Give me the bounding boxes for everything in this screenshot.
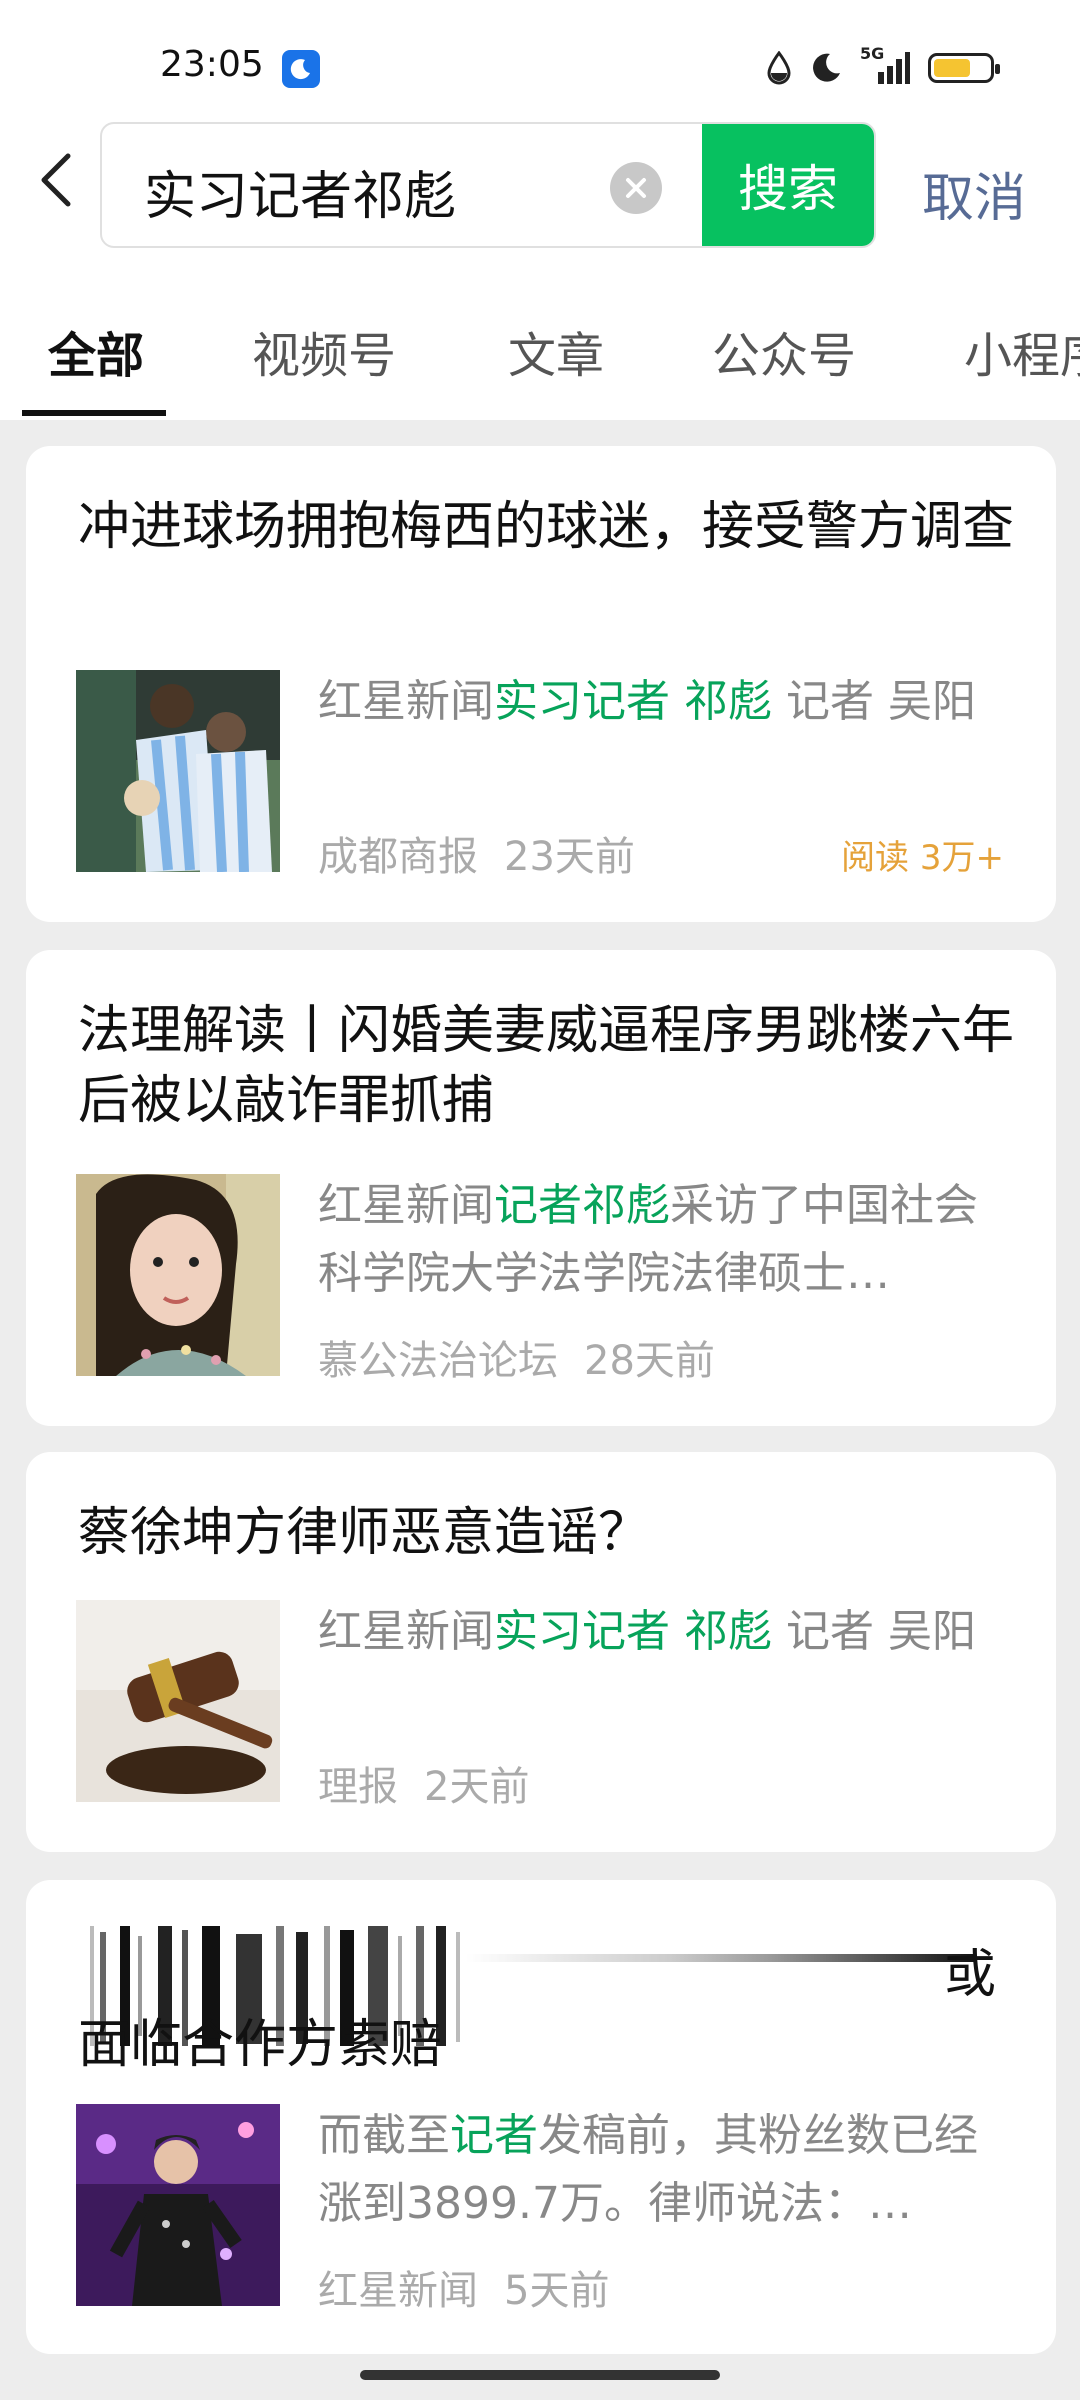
snippet-text: 而截至 [318,2110,450,2161]
result-meta: 红星新闻 5天前 [318,2258,609,2316]
moon-icon [813,53,840,82]
status-bar: 23:05 5G [0,0,1080,120]
chevron-left-icon [41,153,71,207]
tab-articles[interactable]: 文章 [508,316,604,386]
water-drop-icon [767,51,791,85]
result-source[interactable]: 红星新闻 [318,2268,478,2314]
moon-badge-icon [282,50,320,88]
back-button[interactable] [36,150,86,230]
result-snippet: 红星新闻记者祁彪采访了中国社会科学院大学法学院法律硕士… [318,1172,1018,1308]
snippet-highlight: 实习记者 祁彪 [494,1606,772,1657]
obscured-title-line [466,1954,976,1962]
clear-button[interactable] [610,162,662,214]
tab-accounts[interactable]: 公众号 [712,316,856,386]
tab-channels[interactable]: 视频号 [252,316,396,386]
result-snippet: 红星新闻实习记者 祁彪 记者 吴阳 [318,1598,1018,1666]
search-input[interactable]: 实习记者祁彪 [144,154,456,229]
snippet-text: 红星新闻 [318,676,494,727]
read-count: 阅读 3万+ [841,838,1004,878]
snippet-text: 记者 吴阳 [772,676,976,727]
cancel-button[interactable]: 取消 [922,156,1026,231]
result-snippet: 而截至记者发稿前，其粉丝数已经涨到3899.7万。律师说法：… [318,2102,1018,2238]
result-card[interactable]: 或 面临合作方索赔 而截至记者发稿前，其粉丝数已经涨到3899.7万。律师说法：… [26,1880,1056,2354]
result-card[interactable]: 法理解读丨闪婚美妻威逼程序男跳楼六年后被以敲诈罪抓捕 红星新闻记者祁彪采访了中国… [26,950,1056,1426]
result-card[interactable]: 冲进球场拥抱梅西的球迷，接受警方调查 红星新闻实习记者 祁彪 记者 吴阳 成都商… [26,446,1056,922]
search-box: 实习记者祁彪 搜索 [100,122,876,248]
search-button[interactable]: 搜索 [702,124,874,246]
result-title[interactable]: 蔡徐坤方律师恶意造谣？ [78,1498,1038,1568]
result-source[interactable]: 成都商报 [318,834,478,880]
tab-mini-programs[interactable]: 小程序 [964,316,1080,386]
status-time: 23:05 [160,44,264,85]
result-time: 28天前 [584,1338,715,1384]
tab-bar: 全部 视频号 文章 公众号 小程序 [0,300,1080,420]
result-meta: 成都商报 23天前 [318,824,635,882]
result-source[interactable]: 理报 [318,1764,398,1810]
snippet-text: 红星新闻 [318,1180,494,1231]
result-title[interactable]: 法理解读丨闪婚美妻威逼程序男跳楼六年后被以敲诈罪抓捕 [78,996,1038,1136]
result-card[interactable]: 蔡徐坤方律师恶意造谣？ 红星新闻实习记者 祁彪 记者 吴阳 理报 2天前 [26,1452,1056,1852]
signal-icon: 5G [860,44,910,86]
result-title-end: 或 [943,1945,996,2005]
result-meta: 理报 2天前 [318,1754,529,1812]
snippet-highlight: 记者祁彪 [494,1180,670,1231]
snippet-highlight: 记者 [450,2110,538,2161]
result-title[interactable]: 面临合作方索赔 [78,2010,1038,2080]
result-time: 2天前 [424,1764,530,1810]
result-source[interactable]: 慕公法治论坛 [318,1338,558,1384]
snippet-text: 红星新闻 [318,1606,494,1657]
tab-active-indicator [22,410,166,416]
tab-all[interactable]: 全部 [48,316,144,386]
football-players-image [76,670,280,872]
result-title[interactable]: 冲进球场拥抱梅西的球迷，接受警方调查 [78,492,1038,562]
woman-portrait-image [76,1174,280,1376]
home-indicator[interactable] [360,2370,720,2380]
close-icon [626,178,646,198]
result-time: 23天前 [504,834,635,880]
result-snippet: 红星新闻实习记者 祁彪 记者 吴阳 [318,668,1018,736]
status-icons: 5G [766,44,1000,88]
performer-stage-image [76,2104,280,2306]
snippet-text: 记者 吴阳 [772,1606,976,1657]
result-time: 5天前 [504,2268,610,2314]
battery-icon [928,53,1000,83]
snippet-highlight: 实习记者 祁彪 [494,676,772,727]
gavel-image [76,1600,280,1802]
result-meta: 慕公法治论坛 28天前 [318,1328,715,1386]
